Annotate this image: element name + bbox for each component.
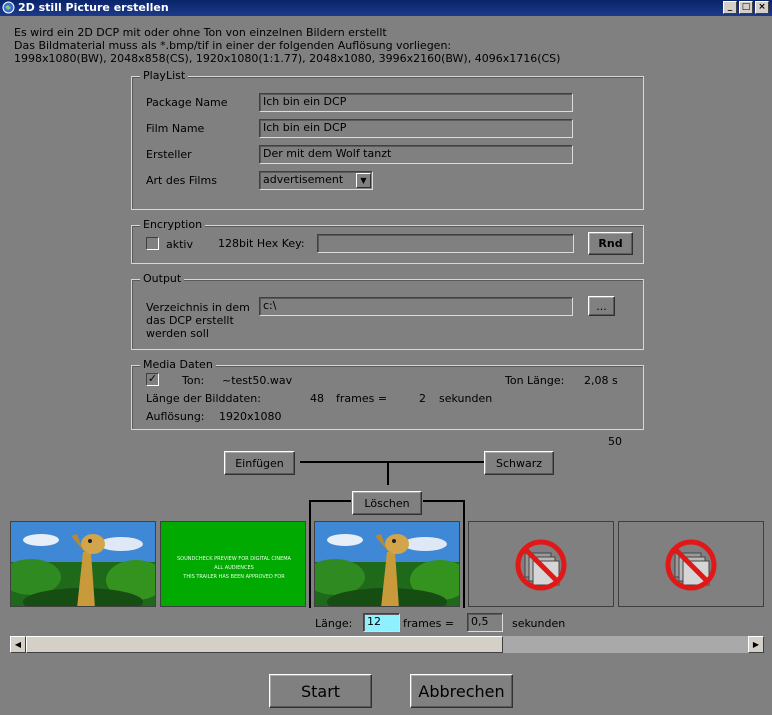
frames-eq-label: frames = bbox=[403, 617, 455, 630]
browse-button[interactable]: ... bbox=[588, 296, 615, 316]
sound-file: ~test50.wav bbox=[222, 374, 293, 387]
insert-button[interactable]: Einfügen bbox=[224, 451, 295, 475]
encryption-active-checkbox[interactable] bbox=[146, 237, 159, 250]
hex-key-label: 128bit Hex Key: bbox=[218, 237, 305, 250]
app-icon bbox=[2, 1, 15, 14]
start-button[interactable]: Start bbox=[269, 674, 372, 708]
info-line-2: Das Bildmaterial muss als *.bmp/tif in e… bbox=[14, 39, 452, 52]
output-dir-input[interactable]: c:\ bbox=[259, 297, 573, 316]
title-bar: 2D still Picture erstellen _ □ × bbox=[0, 0, 772, 16]
scroll-left-arrow-icon[interactable]: ◀ bbox=[10, 636, 26, 653]
seconds-value: 0,5 bbox=[467, 613, 503, 632]
frame-thumbnail[interactable] bbox=[10, 521, 156, 607]
film-type-select[interactable]: advertisement ▼ bbox=[259, 171, 373, 190]
package-name-label: Package Name bbox=[146, 96, 228, 109]
hex-key-input[interactable] bbox=[317, 234, 574, 253]
frames-input[interactable]: 12 bbox=[363, 613, 400, 632]
green-text-3: THIS TRAILER HAS BEEN APPROVED FOR bbox=[183, 574, 285, 580]
no-image-icon bbox=[515, 539, 567, 591]
info-text: Es wird ein 2D DCP mit oder ohne Ton von… bbox=[14, 26, 560, 65]
info-line-1: Es wird ein 2D DCP mit oder ohne Ton von… bbox=[14, 26, 387, 39]
connector-line bbox=[300, 461, 484, 463]
selection-bracket bbox=[463, 500, 465, 608]
sound-checkbox[interactable]: ✓ bbox=[146, 373, 159, 386]
empty-frame-slot[interactable] bbox=[468, 521, 614, 607]
creator-input[interactable]: Der mit dem Wolf tanzt bbox=[259, 145, 573, 164]
encryption-active-label: aktiv bbox=[166, 238, 193, 251]
frame-counter: 50 bbox=[608, 435, 622, 448]
close-button[interactable]: × bbox=[755, 1, 769, 14]
media-title: Media Daten bbox=[140, 358, 216, 372]
info-line-3: 1998x1080(BW), 2048x858(CS), 1920x1080(1… bbox=[14, 52, 561, 65]
seconds-label: sekunden bbox=[512, 617, 566, 630]
scroll-track[interactable] bbox=[503, 636, 748, 653]
rnd-button[interactable]: Rnd bbox=[588, 232, 633, 255]
film-type-label: Art des Films bbox=[146, 174, 217, 187]
connector-line bbox=[387, 461, 389, 485]
delete-button[interactable]: Löschen bbox=[352, 491, 422, 515]
image-length-label: Länge der Bilddaten: bbox=[146, 392, 261, 405]
scroll-right-arrow-icon[interactable]: ▶ bbox=[748, 636, 764, 653]
scroll-thumb[interactable] bbox=[26, 636, 503, 653]
selection-bracket bbox=[309, 500, 311, 608]
selection-bracket bbox=[423, 500, 465, 502]
chevron-down-icon[interactable]: ▼ bbox=[356, 173, 371, 188]
image-frames-eq: frames = bbox=[336, 392, 388, 405]
frame-thumbnail[interactable]: SOUNDCHECK PREVIEW FOR DIGITAL CINEMA AL… bbox=[160, 521, 306, 607]
playlist-title: PlayList bbox=[140, 69, 189, 83]
film-name-label: Film Name bbox=[146, 122, 205, 135]
green-text-1: SOUNDCHECK PREVIEW FOR DIGITAL CINEMA bbox=[177, 556, 291, 562]
frame-thumbnail-selected[interactable] bbox=[314, 521, 460, 607]
film-type-value: advertisement bbox=[263, 173, 344, 186]
maximize-button[interactable]: □ bbox=[739, 1, 753, 14]
package-name-input[interactable]: Ich bin ein DCP bbox=[259, 93, 573, 112]
black-button[interactable]: Schwarz bbox=[484, 451, 554, 475]
sound-length-value: 2,08 s bbox=[584, 374, 618, 387]
no-image-icon bbox=[665, 539, 717, 591]
sound-label: Ton: bbox=[182, 374, 205, 387]
image-seconds: 2 bbox=[419, 392, 426, 405]
jungle-image bbox=[11, 522, 155, 606]
film-name-input[interactable]: Ich bin ein DCP bbox=[259, 119, 573, 138]
horizontal-scrollbar[interactable]: ◀ ▶ bbox=[10, 636, 764, 653]
length-label: Länge: bbox=[315, 617, 353, 630]
window-title: 2D still Picture erstellen bbox=[18, 1, 169, 14]
resolution-label: Auflösung: bbox=[146, 410, 205, 423]
cancel-button[interactable]: Abbrechen bbox=[410, 674, 513, 708]
sound-length-label: Ton Länge: bbox=[505, 374, 565, 387]
output-dir-label: Verzeichnis in dem das DCP erstellt werd… bbox=[146, 301, 250, 340]
encryption-title: Encryption bbox=[140, 218, 206, 232]
empty-frame-slot[interactable] bbox=[618, 521, 764, 607]
resolution-value: 1920x1080 bbox=[219, 410, 282, 423]
creator-label: Ersteller bbox=[146, 148, 192, 161]
green-text-2: ALL AUDIENCES bbox=[214, 565, 254, 571]
minimize-button[interactable]: _ bbox=[723, 1, 737, 14]
jungle-image bbox=[315, 522, 459, 606]
selection-bracket bbox=[309, 500, 351, 502]
image-frames: 48 bbox=[310, 392, 324, 405]
image-seconds-label: sekunden bbox=[439, 392, 493, 405]
output-title: Output bbox=[140, 272, 185, 286]
